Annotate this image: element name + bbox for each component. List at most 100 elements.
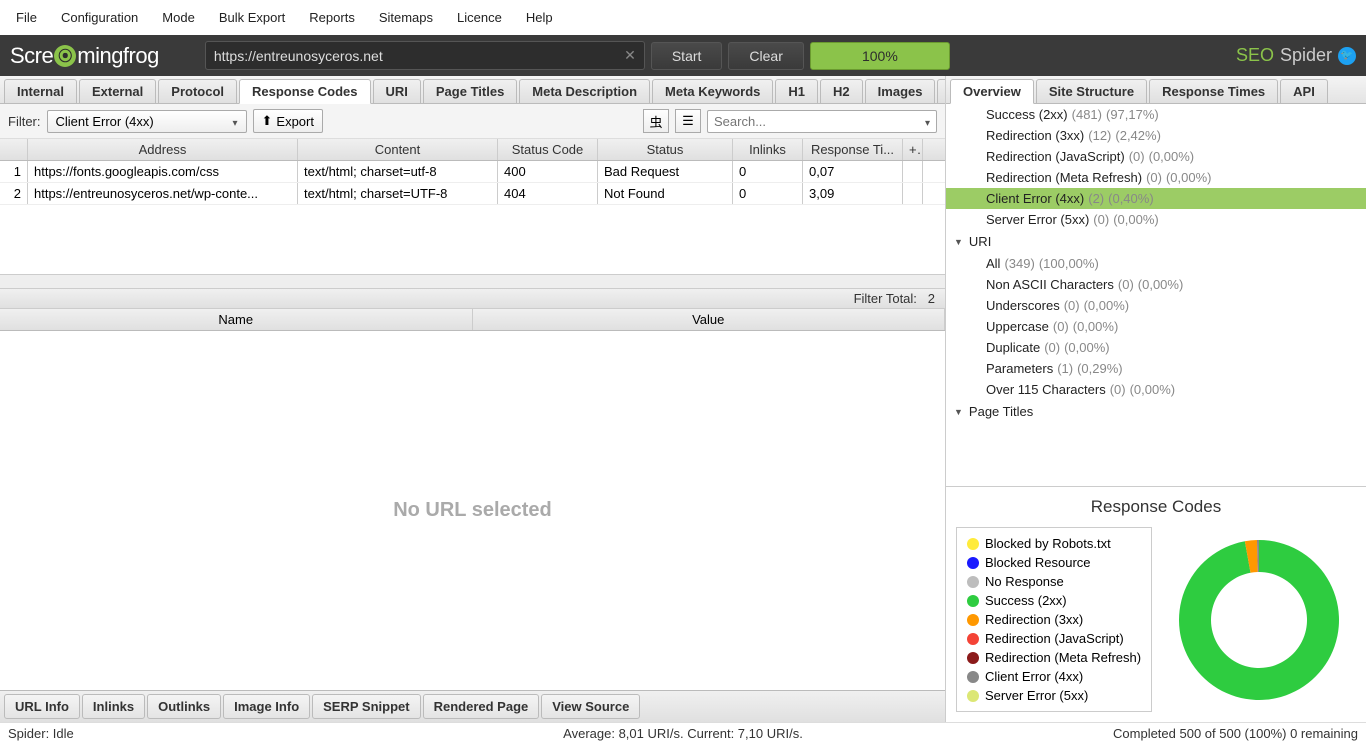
- col-value[interactable]: Value: [473, 309, 946, 330]
- overview-item[interactable]: Underscores(0)(0,00%): [946, 295, 1366, 316]
- horizontal-scrollbar[interactable]: [0, 274, 945, 288]
- tab-protocol[interactable]: Protocol: [158, 79, 237, 103]
- chart-legend: Blocked by Robots.txtBlocked ResourceNo …: [956, 527, 1152, 712]
- swatch-icon: [967, 538, 979, 550]
- grid-header: Address Content Status Code Status Inlin…: [0, 139, 945, 161]
- bottom-tab-outlinks[interactable]: Outlinks: [147, 694, 221, 719]
- legend-item: Server Error (5xx): [967, 686, 1141, 705]
- bottom-tab-view-source[interactable]: View Source: [541, 694, 640, 719]
- tab-external[interactable]: External: [79, 79, 156, 103]
- status-center: Average: 8,01 URI/s. Current: 7,10 URI/s…: [563, 726, 803, 741]
- legend-item: Redirection (Meta Refresh): [967, 648, 1141, 667]
- swatch-icon: [967, 595, 979, 607]
- tab-h2[interactable]: H2: [820, 79, 863, 103]
- tabs-overflow-button[interactable]: [937, 79, 946, 103]
- chart-panel: Response Codes Blocked by Robots.txtBloc…: [946, 486, 1366, 722]
- bottom-tab-url-info[interactable]: URL Info: [4, 694, 80, 719]
- tab-meta-description[interactable]: Meta Description: [519, 79, 650, 103]
- overview-item[interactable]: Over 115 Characters(0)(0,00%): [946, 379, 1366, 400]
- menu-help[interactable]: Help: [526, 10, 553, 25]
- overview-item[interactable]: Non ASCII Characters(0)(0,00%): [946, 274, 1366, 295]
- col-response-time[interactable]: Response Ti...: [803, 139, 903, 160]
- filter-select[interactable]: Client Error (4xx): [47, 110, 247, 133]
- tab-meta-keywords[interactable]: Meta Keywords: [652, 79, 773, 103]
- clear-button[interactable]: Clear: [728, 42, 803, 70]
- tab-images[interactable]: Images: [865, 79, 936, 103]
- col-address[interactable]: Address: [28, 139, 298, 160]
- legend-item: Redirection (3xx): [967, 610, 1141, 629]
- tab-response-codes[interactable]: Response Codes: [239, 79, 370, 104]
- menu-configuration[interactable]: Configuration: [61, 10, 138, 25]
- overview-item[interactable]: Server Error (5xx)(0)(0,00%): [946, 209, 1366, 230]
- bottom-tab-inlinks[interactable]: Inlinks: [82, 694, 145, 719]
- legend-item: No Response: [967, 572, 1141, 591]
- tab-uri[interactable]: URI: [373, 79, 421, 103]
- right-tabstrip: OverviewSite StructureResponse TimesAPI: [946, 76, 1366, 104]
- swatch-icon: [967, 671, 979, 683]
- overview-item[interactable]: Success (2xx)(481)(97,17%): [946, 104, 1366, 125]
- menu-file[interactable]: File: [16, 10, 37, 25]
- menu-reports[interactable]: Reports: [309, 10, 355, 25]
- clear-url-icon[interactable]: ✕: [624, 47, 636, 64]
- right-tab-api[interactable]: API: [1280, 79, 1328, 103]
- tab-internal[interactable]: Internal: [4, 79, 77, 103]
- export-icon: ⬆: [262, 113, 273, 129]
- table-row[interactable]: 1 https://fonts.googleapis.com/css text/…: [0, 161, 945, 183]
- donut-chart: [1162, 527, 1356, 712]
- overview-group[interactable]: URI: [946, 230, 1366, 253]
- overview-item[interactable]: Duplicate(0)(0,00%): [946, 337, 1366, 358]
- menu-mode[interactable]: Mode: [162, 10, 195, 25]
- menu-sitemaps[interactable]: Sitemaps: [379, 10, 433, 25]
- status-right: Completed 500 of 500 (100%) 0 remaining: [1113, 726, 1358, 741]
- col-name[interactable]: Name: [0, 309, 473, 330]
- swatch-icon: [967, 576, 979, 588]
- overview-item[interactable]: Uppercase(0)(0,00%): [946, 316, 1366, 337]
- filter-label: Filter:: [8, 114, 41, 129]
- brand-spider: Spider: [1280, 45, 1332, 66]
- twitter-icon[interactable]: 🐦: [1338, 47, 1356, 65]
- bottom-tab-rendered-page[interactable]: Rendered Page: [423, 694, 540, 719]
- overview-item[interactable]: All(349)(100,00%): [946, 253, 1366, 274]
- bottom-tab-serp-snippet[interactable]: SERP Snippet: [312, 694, 420, 719]
- right-tab-site-structure[interactable]: Site Structure: [1036, 79, 1147, 103]
- chevron-down-icon[interactable]: [925, 114, 930, 129]
- right-tab-response-times[interactable]: Response Times: [1149, 79, 1278, 103]
- col-inlinks[interactable]: Inlinks: [733, 139, 803, 160]
- tab-h1[interactable]: H1: [775, 79, 818, 103]
- swatch-icon: [967, 633, 979, 645]
- menu-licence[interactable]: Licence: [457, 10, 502, 25]
- swatch-icon: [967, 557, 979, 569]
- filter-total: Filter Total: 2: [0, 288, 945, 309]
- add-column-button[interactable]: +: [903, 139, 923, 160]
- bottom-tabstrip: URL InfoInlinksOutlinksImage InfoSERP Sn…: [0, 690, 945, 722]
- list-view-button[interactable]: ☰: [675, 109, 701, 133]
- legend-item: Redirection (JavaScript): [967, 629, 1141, 648]
- overview-group[interactable]: Page Titles: [946, 400, 1366, 423]
- search-box[interactable]: [707, 110, 937, 133]
- menu-bulk-export[interactable]: Bulk Export: [219, 10, 285, 25]
- tree-view-button[interactable]: ⾍: [643, 109, 669, 133]
- col-content[interactable]: Content: [298, 139, 498, 160]
- legend-item: Blocked Resource: [967, 553, 1141, 572]
- right-tab-overview[interactable]: Overview: [950, 79, 1034, 104]
- statusbar: Spider: Idle Average: 8,01 URI/s. Curren…: [0, 722, 1366, 744]
- overview-item[interactable]: Redirection (JavaScript)(0)(0,00%): [946, 146, 1366, 167]
- table-row[interactable]: 2 https://entreunosyceros.net/wp-conte..…: [0, 183, 945, 205]
- overview-item[interactable]: Redirection (3xx)(12)(2,42%): [946, 125, 1366, 146]
- swatch-icon: [967, 652, 979, 664]
- col-status-code[interactable]: Status Code: [498, 139, 598, 160]
- progress-bar: 100%: [810, 42, 950, 70]
- overview-item[interactable]: Client Error (4xx)(2)(0,40%): [946, 188, 1366, 209]
- bottom-tab-image-info[interactable]: Image Info: [223, 694, 310, 719]
- start-button[interactable]: Start: [651, 42, 723, 70]
- brand-right: SEO Spider 🐦: [1236, 45, 1356, 66]
- url-input-wrap[interactable]: ✕: [205, 41, 645, 70]
- url-input[interactable]: [214, 48, 624, 64]
- tab-page-titles[interactable]: Page Titles: [423, 79, 517, 103]
- detail-area: No URL selected: [0, 331, 945, 690]
- overview-item[interactable]: Redirection (Meta Refresh)(0)(0,00%): [946, 167, 1366, 188]
- search-input[interactable]: [714, 114, 925, 129]
- col-status[interactable]: Status: [598, 139, 733, 160]
- overview-item[interactable]: Parameters(1)(0,29%): [946, 358, 1366, 379]
- export-button[interactable]: ⬆ Export: [253, 109, 323, 133]
